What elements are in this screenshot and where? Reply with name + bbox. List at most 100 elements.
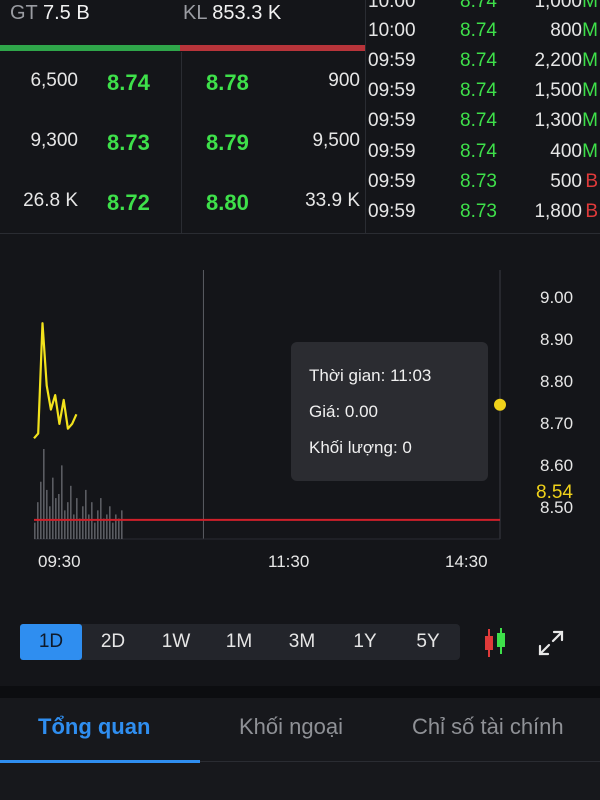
- tooltip-price-value: 0.00: [344, 402, 379, 421]
- trade-time: 09:59: [368, 80, 416, 101]
- section-divider: [0, 233, 600, 234]
- period-1d[interactable]: 1D: [20, 624, 82, 660]
- trade-time: 09:59: [368, 141, 416, 162]
- ask-price: 8.78: [206, 70, 249, 95]
- value-traded-label: GT: [10, 2, 38, 24]
- ask-price: 8.80: [206, 190, 249, 215]
- volume-bar: [118, 518, 120, 539]
- period-selector: 1D 2D 1W 1M 3M 1Y 5Y: [20, 624, 460, 660]
- trade-row: 10:00 8.74 800 M: [366, 17, 600, 47]
- trade-volume: 1,500: [534, 80, 582, 101]
- trade-price: 8.74: [460, 141, 497, 162]
- volume-bar: [88, 514, 90, 539]
- sell-pressure-bar: [180, 45, 365, 51]
- intraday-price-chart[interactable]: 9.00 8.90 8.80 8.70 8.60 8.50 8.54 09:30…: [0, 240, 600, 590]
- trade-side: B: [585, 201, 598, 222]
- volume-bar: [43, 449, 45, 539]
- volume-bar: [61, 465, 63, 539]
- volume-bar: [34, 522, 36, 539]
- bid-volume: 26.8 K: [23, 190, 78, 211]
- volume-bar: [58, 494, 60, 539]
- crosshair-tooltip: Thời gian: 11:03 Giá: 0.00 Khối lượng: 0: [291, 342, 488, 481]
- volume-bar: [73, 514, 75, 539]
- expand-icon[interactable]: [538, 630, 564, 656]
- trade-ticker[interactable]: 10:00 8.74 1,000 M 10:00 8.74 800 M 09:5…: [366, 0, 600, 232]
- trade-volume: 1,800: [534, 201, 582, 222]
- trade-price: 8.74: [460, 0, 497, 12]
- active-tab-indicator: [0, 760, 200, 763]
- order-book: 6,500 8.74 8.78 900 9,300 8.73 8.79 9,50…: [0, 52, 365, 234]
- trade-side: M: [582, 50, 598, 71]
- period-1m[interactable]: 1M: [208, 624, 270, 660]
- trade-price: 8.74: [460, 50, 497, 71]
- trade-price: 8.74: [460, 80, 497, 101]
- volume-bar: [70, 485, 72, 539]
- trade-time: 10:00: [368, 0, 416, 12]
- bid-price: 8.73: [107, 130, 150, 155]
- volume-bar: [100, 498, 102, 539]
- trade-row: 09:59 8.74 1,300 M: [366, 107, 600, 137]
- trade-time: 09:59: [368, 201, 416, 222]
- trade-time: 10:00: [368, 20, 416, 41]
- order-book-row[interactable]: 9,300 8.73 8.79 9,500: [0, 112, 365, 172]
- trade-time: 09:59: [368, 110, 416, 131]
- volume-bar: [46, 489, 48, 539]
- y-tick-label: 9.00: [540, 288, 574, 307]
- ask-price: 8.79: [206, 130, 249, 155]
- tooltip-volume-value: 0: [402, 438, 412, 457]
- volume-bar: [52, 477, 54, 539]
- tab-financial-ratios[interactable]: Chỉ số tài chính: [412, 714, 564, 740]
- section-separator: [0, 686, 600, 698]
- tab-overview[interactable]: Tổng quan: [38, 714, 150, 740]
- trade-side: M: [582, 141, 598, 162]
- trade-side: M: [582, 20, 598, 41]
- bid-volume: 6,500: [30, 70, 78, 91]
- trade-volume: 1,000: [534, 0, 582, 12]
- trade-price: 8.73: [460, 201, 497, 222]
- tab-baseline: [200, 761, 600, 762]
- value-traded-value: 7.5 B: [42, 2, 90, 24]
- order-book-row[interactable]: 26.8 K 8.72 8.80 33.9 K: [0, 172, 365, 232]
- period-3m[interactable]: 3M: [271, 624, 333, 660]
- y-tick-label: 8.70: [540, 414, 574, 433]
- volume-bar: [49, 506, 51, 539]
- bid-volume: 9,300: [30, 130, 78, 151]
- trade-side: B: [585, 171, 598, 192]
- trade-row: 09:59 8.74 1,500 M: [366, 77, 600, 107]
- trade-side: M: [582, 80, 598, 101]
- tab-foreign-trading[interactable]: Khối ngoại: [239, 714, 343, 740]
- trade-price: 8.74: [460, 20, 497, 41]
- tooltip-price-label: Giá:: [309, 402, 341, 421]
- period-5y[interactable]: 5Y: [397, 624, 459, 660]
- trade-time: 09:59: [368, 50, 416, 71]
- trade-volume: 500: [550, 171, 582, 192]
- tooltip-price: Giá: 0.00: [309, 402, 378, 422]
- trade-row: 09:59 8.74 2,200 M: [366, 47, 600, 77]
- trade-time: 09:59: [368, 171, 416, 192]
- period-1w[interactable]: 1W: [145, 624, 207, 660]
- price-line: [33, 322, 78, 440]
- trade-price: 8.73: [460, 171, 497, 192]
- trade-price: 8.74: [460, 110, 497, 131]
- period-1y[interactable]: 1Y: [334, 624, 396, 660]
- crosshair-marker: [494, 398, 506, 411]
- bid-price: 8.74: [107, 70, 150, 95]
- volume-bar: [97, 510, 99, 539]
- volume-bar: [79, 518, 81, 539]
- x-tick-label: 09:30: [38, 552, 81, 571]
- period-2d[interactable]: 2D: [82, 624, 144, 660]
- candlestick-icon[interactable]: [481, 627, 509, 659]
- trade-row: 09:59 8.74 400 M: [366, 138, 600, 168]
- reference-price-label: 8.54: [536, 482, 573, 503]
- volume-bar: [109, 506, 111, 539]
- volume-bar: [121, 510, 123, 539]
- volume-bar: [115, 514, 117, 539]
- x-tick-label: 14:30: [445, 552, 488, 571]
- order-book-row[interactable]: 6,500 8.74 8.78 900: [0, 52, 365, 112]
- trade-volume: 400: [550, 141, 582, 162]
- value-traded: GT 7.5 B: [10, 2, 90, 25]
- buy-pressure-bar: [0, 45, 180, 51]
- tooltip-time-label: Thời gian:: [309, 366, 386, 385]
- trade-row: 10:00 8.74 1,000 M: [366, 0, 600, 18]
- trade-row: 09:59 8.73 1,800 B: [366, 198, 600, 228]
